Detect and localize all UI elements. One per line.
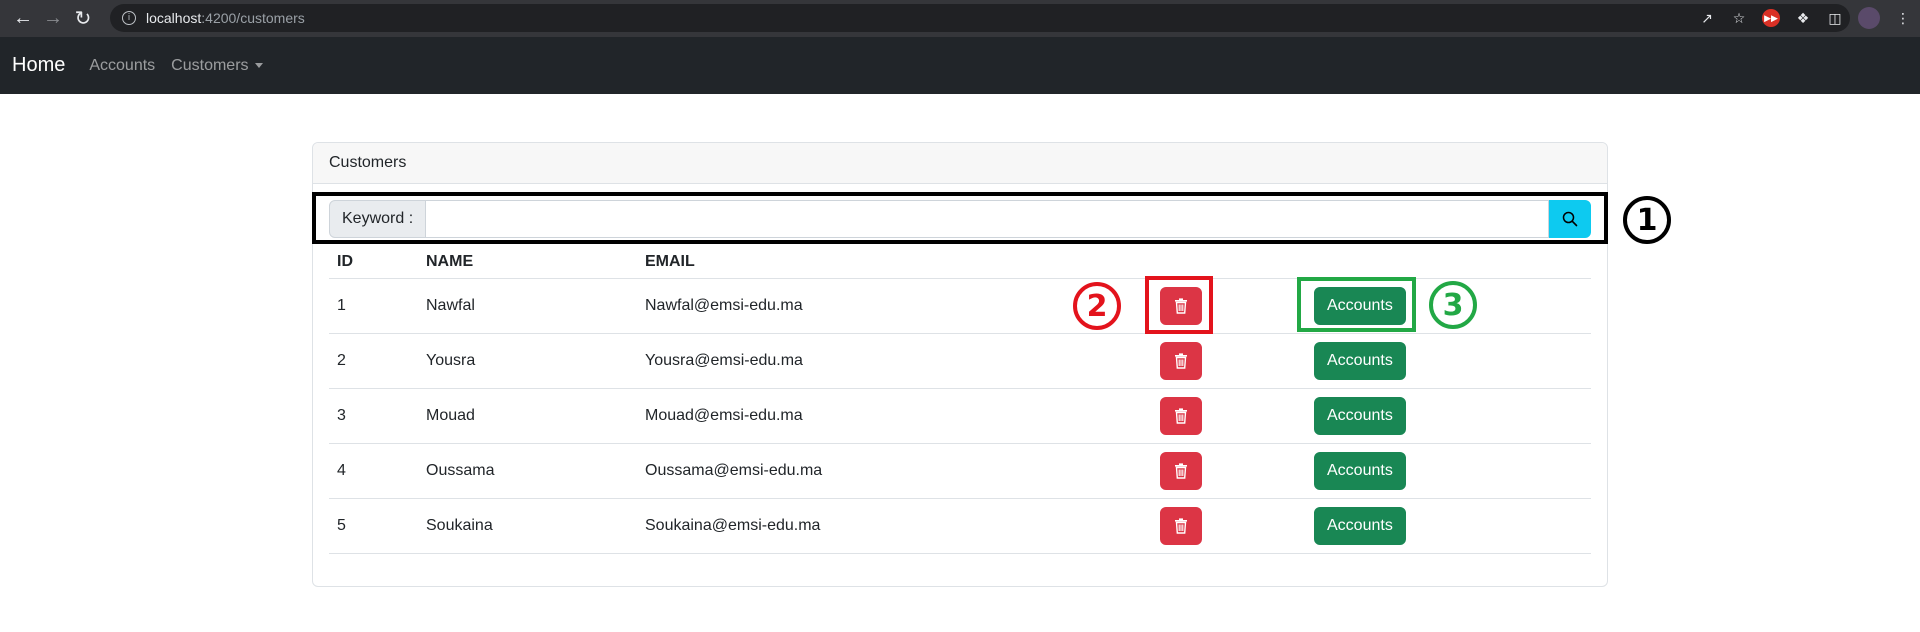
header-id: ID [329,246,418,279]
reload-icon[interactable]: ↻ [68,4,98,34]
cell-id: 5 [329,498,418,554]
cell-name: Soukaina [418,498,637,554]
cell-delete [1145,443,1302,499]
header-delete [1145,246,1302,279]
search-button[interactable] [1549,200,1591,238]
trash-icon [1175,352,1187,369]
annotation-label-1: 1 [1636,202,1658,238]
table-row: 3 Mouad Mouad@emsi-edu.ma Accounts [329,388,1591,444]
table-header-row: ID NAME EMAIL [329,246,1591,279]
accounts-button[interactable]: Accounts [1314,396,1406,435]
profile-avatar[interactable] [1858,7,1880,29]
forward-arrow-icon[interactable]: → [38,4,68,34]
cell-email: Nawfal@emsi-edu.ma [637,278,1145,334]
cell-accounts: Accounts [1302,443,1591,499]
caret-down-icon [254,62,263,68]
cell-name: Oussama [418,443,637,499]
annotation-circle-2: 2 [1073,282,1121,330]
card-header: Customers [313,143,1607,184]
search-form: Keyword : [329,200,1591,238]
kebab-menu-icon[interactable]: ⋮ [1894,9,1912,27]
browser-toolbar: ← → ↻ i localhost:4200/customers ↗ ☆ ▶▶ … [0,0,1920,37]
accounts-button[interactable]: Accounts [1314,451,1406,490]
cell-delete [1145,333,1302,389]
brand-home-link[interactable]: Home [12,54,65,77]
cell-id: 3 [329,388,418,444]
header-name: NAME [418,246,637,279]
annotation-circle-1: 1 [1623,196,1671,244]
cell-email: Yousra@emsi-edu.ma [637,333,1145,389]
app-navbar: Home Accounts Customers [0,37,1920,94]
header-email: EMAIL [637,246,1145,279]
cell-name: Nawfal [418,278,637,334]
cell-name: Mouad [418,388,637,444]
accounts-button[interactable]: Accounts [1314,506,1406,545]
cell-delete [1145,498,1302,554]
cell-accounts: Accounts [1302,498,1591,554]
accounts-button[interactable]: Accounts [1314,341,1406,380]
keyword-input[interactable] [426,200,1549,238]
nav-link-accounts[interactable]: Accounts [89,57,155,75]
share-icon[interactable]: ↗ [1698,9,1716,27]
cell-accounts: Accounts [1302,388,1591,444]
annotation-label-3: 3 [1442,287,1464,323]
trash-icon [1175,462,1187,479]
extension-red-icon[interactable]: ▶▶ [1762,9,1780,27]
cell-id: 2 [329,333,418,389]
annotation-circle-3: 3 [1429,281,1477,329]
site-info-icon[interactable]: i [122,11,136,25]
bookmark-star-icon[interactable]: ☆ [1730,9,1748,27]
cell-id: 4 [329,443,418,499]
cell-delete [1145,388,1302,444]
header-accounts [1302,246,1591,279]
delete-button[interactable] [1160,396,1202,435]
extensions-area: ↗ ☆ ▶▶ ❖ ◫ ⋮ [1698,4,1912,32]
trash-icon [1175,517,1187,534]
table-row: 5 Soukaina Soukaina@emsi-edu.ma Accounts [329,498,1591,554]
puzzle-icon[interactable]: ❖ [1794,9,1812,27]
cell-accounts: Accounts [1302,333,1591,389]
cell-email: Soukaina@emsi-edu.ma [637,498,1145,554]
table-row: 2 Yousra Yousra@emsi-edu.ma Accounts [329,333,1591,389]
cell-name: Yousra [418,333,637,389]
cell-id: 1 [329,278,418,334]
delete-button[interactable] [1160,451,1202,490]
url-host: localhost [146,10,202,26]
nav-dropdown-customers-label: Customers [171,56,249,74]
search-icon [1562,211,1578,227]
annotation-box-delete [1145,276,1213,334]
url-path: :4200/customers [201,10,305,26]
back-arrow-icon[interactable]: ← [8,4,38,34]
side-panel-icon[interactable]: ◫ [1826,9,1844,27]
address-bar[interactable]: i localhost:4200/customers [110,4,1850,32]
trash-icon [1175,407,1187,424]
table-row: 4 Oussama Oussama@emsi-edu.ma Accounts [329,443,1591,499]
keyword-label: Keyword : [329,200,427,238]
nav-dropdown-customers[interactable]: Customers [171,56,263,75]
cell-email: Mouad@emsi-edu.ma [637,388,1145,444]
delete-button[interactable] [1160,506,1202,545]
cell-email: Oussama@emsi-edu.ma [637,443,1145,499]
delete-button[interactable] [1160,341,1202,380]
annotation-box-accounts [1297,277,1416,332]
annotation-label-2: 2 [1086,288,1108,324]
